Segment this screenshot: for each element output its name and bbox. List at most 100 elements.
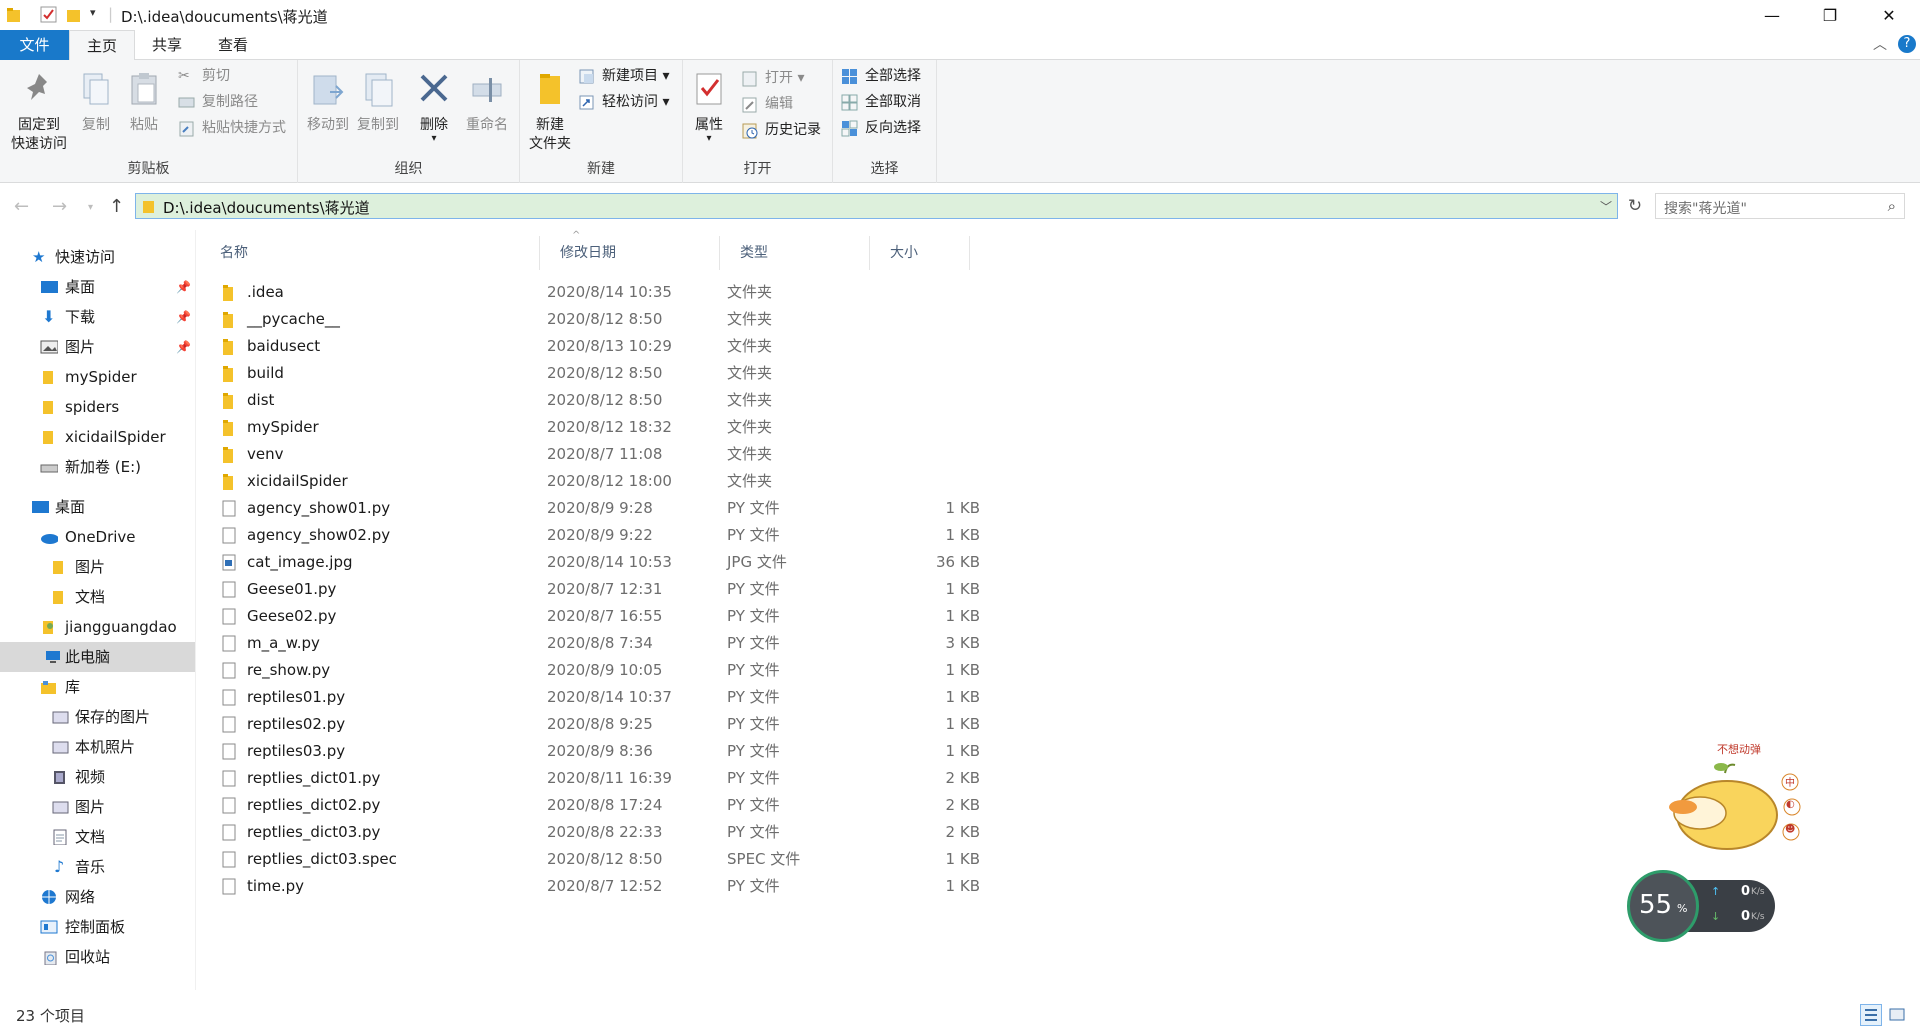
file-name[interactable]: Geese02.py [247, 603, 336, 630]
nav-item-desktop[interactable]: 桌面 📌 [0, 272, 195, 302]
select-none-button[interactable]: 全部取消 [841, 90, 921, 114]
file-name[interactable]: reptiles01.py [247, 684, 345, 711]
pin-icon[interactable]: 📌 [176, 302, 191, 332]
new-folder-button[interactable]: 新建 文件夹 [524, 70, 576, 154]
nav-item-pictures[interactable]: 图片 📌 [0, 332, 195, 362]
file-row[interactable]: cat_image.jpg 2020/8/14 10:53 JPG 文件 36 KB [200, 549, 1200, 576]
recent-locations-icon[interactable]: ▾ [88, 202, 93, 213]
file-row[interactable]: build 2020/8/12 8:50 文件夹 [200, 360, 1200, 387]
pin-icon[interactable]: 📌 [176, 272, 191, 302]
file-name[interactable]: reptlies_dict03.py [247, 819, 380, 846]
file-name[interactable]: m_a_w.py [247, 630, 320, 657]
file-row[interactable]: reptlies_dict01.py 2020/8/11 16:39 PY 文件 2 … [200, 765, 1200, 792]
easy-access-button[interactable]: 轻松访问 ▾ [578, 90, 669, 114]
file-name[interactable]: reptiles03.py [247, 738, 345, 765]
column-header-size[interactable]: 大小 [870, 236, 970, 270]
file-row[interactable]: mySpider 2020/8/12 18:32 文件夹 [200, 414, 1200, 441]
nav-quick-access[interactable]: ★ 快速访问 [0, 242, 195, 272]
nav-item-spiders[interactable]: spiders [0, 392, 195, 422]
nav-control-panel[interactable]: 控制面板 [0, 912, 195, 942]
file-row[interactable]: reptlies_dict02.py 2020/8/8 17:24 PY 文件 2 K… [200, 792, 1200, 819]
file-row[interactable]: reptiles01.py 2020/8/14 10:37 PY 文件 1 KB [200, 684, 1200, 711]
file-name[interactable]: mySpider [247, 414, 319, 441]
nav-item-drive-e[interactable]: 新加卷 (E:) [0, 452, 195, 482]
file-name[interactable]: reptlies_dict02.py [247, 792, 380, 819]
history-button[interactable]: 历史记录 [741, 118, 821, 142]
paste-shortcut-button[interactable]: 粘贴快捷方式 [178, 116, 286, 140]
paste-button[interactable]: 粘贴 [124, 70, 164, 135]
file-name[interactable]: dist [247, 387, 274, 414]
address-bar[interactable]: D:\.idea\doucuments\蒋光道 ﹀ [135, 193, 1618, 219]
network-speed-widget[interactable]: 55 % ↑ 0 K/s ↓ 0 K/s [1625, 868, 1777, 944]
nav-item-myspider[interactable]: mySpider [0, 362, 195, 392]
nav-network[interactable]: 网络 [0, 882, 195, 912]
file-row[interactable]: __pycache__ 2020/8/12 8:50 文件夹 [200, 306, 1200, 333]
help-icon[interactable]: ? [1898, 35, 1916, 53]
file-name[interactable]: xicidailSpider [247, 468, 348, 495]
copy-path-button[interactable]: 复制路径 [178, 90, 258, 114]
file-row[interactable]: agency_show01.py 2020/8/9 9:28 PY 文件 1 KB [200, 495, 1200, 522]
nav-user[interactable]: jiangguangdao [0, 612, 195, 642]
collapse-ribbon-icon[interactable]: ︿ [1873, 34, 1887, 54]
nav-lib-videos[interactable]: 视频 [0, 762, 195, 792]
file-name[interactable]: agency_show02.py [247, 522, 390, 549]
nav-lib-pictures[interactable]: 图片 [0, 792, 195, 822]
tab-file[interactable]: 文件 [0, 30, 69, 60]
file-name[interactable]: build [247, 360, 284, 387]
nav-this-pc[interactable]: 此电脑 [0, 642, 195, 672]
column-header-type[interactable]: 类型 [720, 236, 870, 270]
properties-quick-icon[interactable] [40, 6, 58, 24]
nav-desktop[interactable]: 桌面 [0, 492, 195, 522]
nav-lib-camera-roll[interactable]: 本机照片 [0, 732, 195, 762]
address-path[interactable]: D:\.idea\doucuments\蒋光道 [163, 197, 370, 218]
file-name[interactable]: agency_show01.py [247, 495, 390, 522]
rename-button[interactable]: 重命名 [460, 70, 514, 135]
nav-item-downloads[interactable]: ⬇ 下载 📌 [0, 302, 195, 332]
file-name[interactable]: Geese01.py [247, 576, 336, 603]
file-row[interactable]: reptiles02.py 2020/8/8 9:25 PY 文件 1 KB [200, 711, 1200, 738]
tab-home[interactable]: 主页 [69, 30, 135, 61]
select-all-button[interactable]: 全部选择 [841, 64, 921, 88]
move-to-button[interactable]: 移动到 [304, 70, 352, 135]
file-row[interactable]: Geese01.py 2020/8/7 12:31 PY 文件 1 KB [200, 576, 1200, 603]
nav-lib-docs[interactable]: 文档 [0, 822, 195, 852]
refresh-icon[interactable]: ↻ [1622, 193, 1648, 219]
column-header-date[interactable]: 修改日期 [540, 236, 720, 270]
address-history-chevron-icon[interactable]: ﹀ [1600, 198, 1612, 215]
file-row[interactable]: xicidailSpider 2020/8/12 18:00 文件夹 [200, 468, 1200, 495]
details-view-icon[interactable] [1860, 1004, 1882, 1026]
minimize-button[interactable]: — [1743, 0, 1801, 30]
file-name[interactable]: cat_image.jpg [247, 549, 353, 576]
nav-onedrive[interactable]: OneDrive [0, 522, 195, 552]
nav-library[interactable]: 库 [0, 672, 195, 702]
delete-button[interactable]: 删除 ▾ [414, 70, 454, 144]
tab-share[interactable]: 共享 [140, 30, 194, 60]
nav-recycle-bin[interactable]: 回收站 [0, 942, 195, 972]
file-row[interactable]: Geese02.py 2020/8/7 16:55 PY 文件 1 KB [200, 603, 1200, 630]
close-button[interactable]: ✕ [1860, 0, 1918, 30]
nav-lib-music[interactable]: ♪ 音乐 [0, 852, 195, 882]
file-name[interactable]: re_show.py [247, 657, 330, 684]
file-row[interactable]: dist 2020/8/12 8:50 文件夹 [200, 387, 1200, 414]
file-name[interactable]: reptiles02.py [247, 711, 345, 738]
file-row[interactable]: .idea 2020/8/14 10:35 文件夹 [200, 279, 1200, 306]
new-item-button[interactable]: 新建项目 ▾ [578, 64, 669, 88]
file-row[interactable]: baidusect 2020/8/13 10:29 文件夹 [200, 333, 1200, 360]
file-name[interactable]: .idea [247, 279, 284, 306]
file-name[interactable]: reptlies_dict01.py [247, 765, 380, 792]
copy-to-button[interactable]: 复制到 [354, 70, 402, 135]
properties-dropdown-icon[interactable]: ▾ [689, 134, 729, 144]
file-row[interactable]: venv 2020/8/7 11:08 文件夹 [200, 441, 1200, 468]
file-row[interactable]: agency_show02.py 2020/8/9 9:22 PY 文件 1 KB [200, 522, 1200, 549]
file-name[interactable]: __pycache__ [247, 306, 340, 333]
pin-to-quick-access-button[interactable]: 固定到 快速访问 [6, 70, 72, 154]
file-row[interactable]: reptlies_dict03.spec 2020/8/12 8:50 SPEC 文… [200, 846, 1200, 873]
file-row[interactable]: reptiles03.py 2020/8/9 8:36 PY 文件 1 KB [200, 738, 1200, 765]
invert-selection-button[interactable]: 反向选择 [841, 116, 921, 140]
column-header-name[interactable]: 名称 [200, 236, 540, 270]
search-input[interactable]: 搜索"蒋光道" [1664, 198, 1747, 218]
file-name[interactable]: baidusect [247, 333, 320, 360]
large-icons-view-icon[interactable] [1886, 1004, 1908, 1026]
maximize-button[interactable]: ❐ [1801, 0, 1859, 30]
copy-button[interactable]: 复制 [76, 70, 116, 135]
